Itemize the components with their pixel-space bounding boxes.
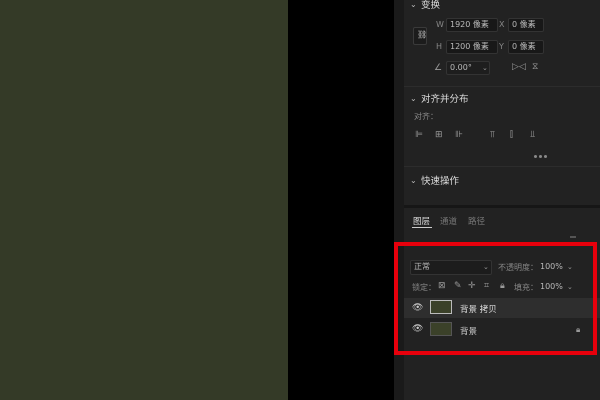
angle-dropdown-icon[interactable]: ⌄: [482, 63, 488, 73]
chain-link-icon: ⛓: [417, 30, 428, 39]
section-divider: [404, 166, 600, 167]
link-dimensions-button[interactable]: ⛓: [413, 27, 427, 45]
align-bottom-icon[interactable]: ⫫: [530, 130, 535, 140]
height-field[interactable]: 1200 像素: [446, 40, 498, 54]
align-sub-label: 对齐：: [414, 112, 438, 121]
width-field[interactable]: 1920 像素: [446, 18, 498, 32]
x-field[interactable]: 0 像素: [508, 18, 544, 32]
y-field[interactable]: 0 像素: [508, 40, 544, 54]
y-label: Y: [499, 42, 504, 51]
panel-group-divider: [404, 205, 600, 208]
align-horizontal-center-icon[interactable]: ⊞: [435, 130, 443, 140]
align-top-icon[interactable]: ⫪: [490, 130, 495, 140]
highlight-box: [394, 242, 597, 355]
tab-layers[interactable]: 图层: [413, 215, 430, 227]
app-window: ⌄ 变换 ⛓ W 1920 像素 X 0 像素 H 1200 像素 Y 0 像素…: [0, 0, 600, 400]
align-section-title: 对齐并分布: [421, 94, 469, 105]
quick-actions-collapse-icon[interactable]: ⌄: [410, 176, 417, 185]
tab-paths[interactable]: 路径: [468, 215, 485, 227]
width-label: W: [436, 20, 444, 29]
flip-vertical-icon[interactable]: ⧖: [532, 62, 538, 72]
panel-menu-icon[interactable]: [570, 236, 576, 238]
align-right-icon[interactable]: ⊪: [455, 130, 463, 140]
align-collapse-icon[interactable]: ⌄: [410, 94, 417, 103]
x-label: X: [499, 20, 505, 29]
transform-collapse-icon[interactable]: ⌄: [410, 0, 417, 9]
active-tab-indicator: [412, 227, 432, 228]
more-options-icon[interactable]: [534, 155, 548, 159]
align-vertical-center-icon[interactable]: ⫿: [510, 130, 513, 140]
quick-actions-section-title: 快速操作: [421, 176, 460, 187]
angle-icon: ∠: [434, 63, 443, 73]
transform-section-title: 变换: [421, 0, 441, 11]
canvas-pasteboard: [288, 0, 394, 400]
tab-channels[interactable]: 通道: [440, 215, 457, 227]
height-label: H: [436, 42, 443, 51]
document-canvas[interactable]: [0, 0, 288, 400]
flip-horizontal-icon[interactable]: ▷◁: [512, 62, 526, 72]
align-left-icon[interactable]: ⊫: [415, 130, 423, 140]
section-divider: [404, 86, 600, 87]
